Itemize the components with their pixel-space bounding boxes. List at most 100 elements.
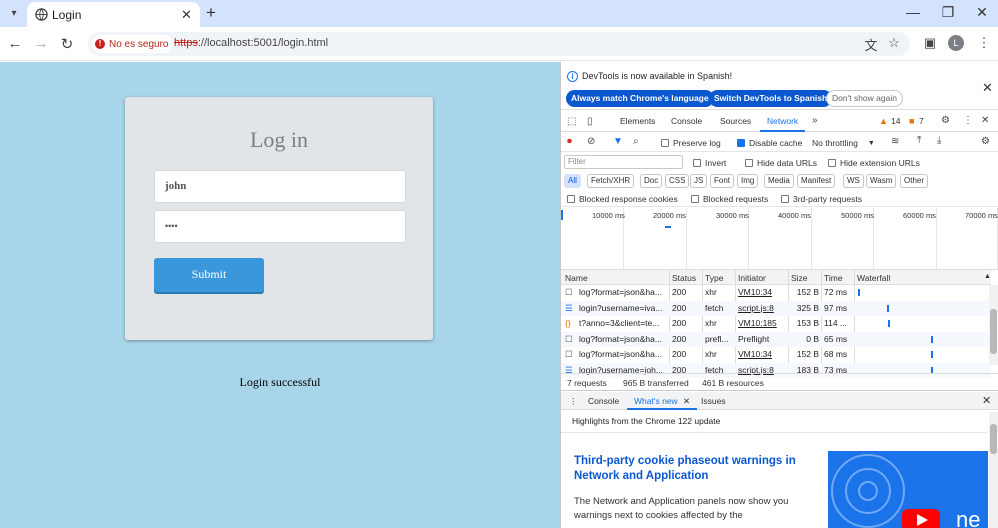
switch-language-button[interactable]: Switch DevTools to Spanish	[709, 90, 833, 107]
type-filter-fetch[interactable]: Fetch/XHR	[587, 174, 635, 188]
type-filter-media[interactable]: Media	[764, 174, 794, 188]
drawer-tab-issues[interactable]: Issues	[701, 396, 726, 406]
security-chip[interactable]: ! No es seguro	[92, 35, 174, 53]
third-party-checkbox[interactable]: 3rd-party requests	[781, 194, 862, 204]
cell-name[interactable]: log?format=json&ha...	[579, 334, 667, 344]
type-filter-js[interactable]: JS	[690, 174, 708, 188]
new-tab-button[interactable]: +	[206, 3, 216, 23]
always-match-button[interactable]: Always match Chrome's language	[566, 90, 714, 107]
col-initiator[interactable]: Initiator	[738, 273, 766, 283]
tab-close-icon[interactable]: ✕	[181, 7, 192, 23]
warning-icon[interactable]: ▲	[879, 116, 888, 126]
side-panel-icon[interactable]: ▣	[921, 35, 939, 51]
table-row[interactable]: ☐ log?format=json&ha... 200 xhr VM10:34 152 B…	[561, 285, 991, 300]
table-row[interactable]: ☐ log?format=json&ha... 200 prefl... Preflig…	[561, 331, 991, 347]
settings-gear-icon[interactable]: ⚙	[941, 115, 950, 126]
type-filter-manifest[interactable]: Manifest	[797, 174, 836, 188]
type-filter-all[interactable]: All	[564, 174, 581, 188]
col-time[interactable]: Time	[824, 273, 843, 283]
whats-new-video-thumbnail[interactable]: ne	[828, 451, 988, 528]
tab-search-button[interactable]: ▾	[6, 6, 22, 22]
col-type[interactable]: Type	[705, 273, 723, 283]
invert-checkbox[interactable]: Invert	[693, 158, 726, 168]
cell-initiator[interactable]: VM10:185	[738, 318, 786, 328]
address-bar[interactable]: ! No es seguro https://localhost:5001/lo…	[88, 32, 910, 56]
devtools-menu-icon[interactable]: ⋮	[963, 115, 973, 126]
scrollbar-thumb[interactable]	[990, 309, 997, 354]
col-waterfall[interactable]: Waterfall	[857, 273, 890, 283]
devtools-close-icon[interactable]: ✕	[981, 115, 989, 126]
browser-tab[interactable]: Login ✕	[27, 2, 200, 27]
filter-icon[interactable]: ▼	[613, 136, 623, 147]
cell-name[interactable]: t?anno=3&client=te...	[579, 318, 667, 328]
restore-icon[interactable]: ❐	[938, 4, 958, 21]
blocked-cookies-checkbox[interactable]: Blocked response cookies	[567, 194, 678, 204]
submit-button[interactable]: Submit	[154, 258, 264, 292]
search-icon[interactable]: ⌕	[633, 136, 639, 147]
record-icon[interactable]: ⏺	[567, 136, 572, 147]
password-input[interactable]: ••••	[154, 210, 406, 243]
profile-avatar[interactable]: L	[948, 35, 964, 51]
device-toolbar-icon[interactable]: ▯	[587, 116, 593, 127]
cell-initiator[interactable]: VM10:34	[738, 349, 786, 359]
export-har-icon[interactable]: ⤓	[937, 135, 941, 146]
disable-cache-checkbox[interactable]: Disable cache	[737, 138, 802, 148]
drawer-tab-close-icon[interactable]: ✕	[683, 396, 690, 407]
cell-initiator[interactable]: script.js:8	[738, 303, 786, 313]
back-icon[interactable]: ←	[6, 35, 24, 52]
minimize-icon[interactable]: —	[903, 4, 923, 20]
type-filter-ws[interactable]: WS	[843, 174, 864, 188]
col-status[interactable]: Status	[672, 273, 696, 283]
type-filter-img[interactable]: Img	[737, 174, 759, 188]
drawer-tab-whats-new[interactable]: What's new	[634, 396, 678, 406]
cell-name[interactable]: log?format=json&ha...	[579, 287, 667, 297]
translate-icon[interactable]: 文	[862, 35, 880, 54]
cell-initiator[interactable]: Preflight	[738, 334, 786, 344]
table-row[interactable]: {} t?anno=3&client=te... 200 xhr VM10:185 153…	[561, 316, 991, 331]
tab-sources[interactable]: Sources	[720, 116, 751, 126]
cell-initiator[interactable]: VM10:34	[738, 287, 786, 297]
network-conditions-icon[interactable]: ≋	[891, 136, 899, 147]
type-filter-font[interactable]: Font	[710, 174, 735, 188]
errors-count[interactable]: 7	[919, 116, 924, 126]
drawer-scrollbar[interactable]	[989, 412, 998, 528]
forward-icon[interactable]: →	[32, 35, 50, 52]
reload-icon[interactable]: ↻	[58, 35, 76, 53]
infobar-close-icon[interactable]: ✕	[982, 80, 993, 96]
more-tabs-icon[interactable]: »	[812, 115, 818, 126]
type-filter-other[interactable]: Other	[900, 174, 929, 188]
window-close-icon[interactable]: ✕	[972, 4, 992, 21]
filter-input[interactable]: Filter	[564, 155, 683, 169]
tab-console[interactable]: Console	[671, 116, 702, 126]
tab-elements[interactable]: Elements	[620, 116, 655, 126]
table-scrollbar[interactable]	[989, 285, 998, 365]
cell-name[interactable]: login?username=iva...	[579, 303, 667, 313]
network-settings-icon[interactable]: ⚙	[981, 136, 990, 147]
import-har-icon[interactable]: ⤒	[917, 135, 921, 146]
drawer-menu-icon[interactable]: ⋮	[569, 396, 578, 407]
table-row[interactable]: ☐ log?format=json&ha... 200 xhr VM10:34 152 B…	[561, 347, 991, 362]
type-filter-wasm[interactable]: Wasm	[866, 174, 897, 188]
drawer-tab-console[interactable]: Console	[588, 396, 619, 406]
issues-icon[interactable]: ■	[909, 116, 914, 126]
preserve-log-checkbox[interactable]: Preserve log	[661, 138, 721, 148]
hide-data-urls-checkbox[interactable]: Hide data URLs	[745, 158, 817, 168]
overview-handle[interactable]	[561, 210, 563, 220]
warnings-count[interactable]: 14	[891, 116, 900, 126]
username-input[interactable]: john	[154, 170, 406, 203]
col-size[interactable]: Size	[791, 273, 808, 283]
col-name[interactable]: Name	[565, 273, 588, 283]
type-filter-css[interactable]: CSS	[665, 174, 690, 188]
scrollbar-thumb[interactable]	[990, 424, 997, 454]
type-filter-doc[interactable]: Doc	[640, 174, 663, 188]
drawer-close-icon[interactable]: ✕	[982, 394, 991, 407]
inspect-element-icon[interactable]: ⬚	[567, 116, 576, 127]
blocked-requests-checkbox[interactable]: Blocked requests	[691, 194, 768, 204]
sort-up-icon[interactable]: ▲	[984, 273, 991, 280]
cell-name[interactable]: log?format=json&ha...	[579, 349, 667, 359]
clear-icon[interactable]: ⊘	[587, 136, 595, 147]
hide-ext-urls-checkbox[interactable]: Hide extension URLs	[828, 158, 920, 168]
whats-new-title-link[interactable]: Third-party cookie phaseout warnings in …	[574, 454, 814, 484]
table-row[interactable]: ☰ login?username=iva... 200 fetch script.js:…	[561, 300, 991, 316]
url-text[interactable]: https://localhost:5001/login.html	[174, 37, 328, 49]
